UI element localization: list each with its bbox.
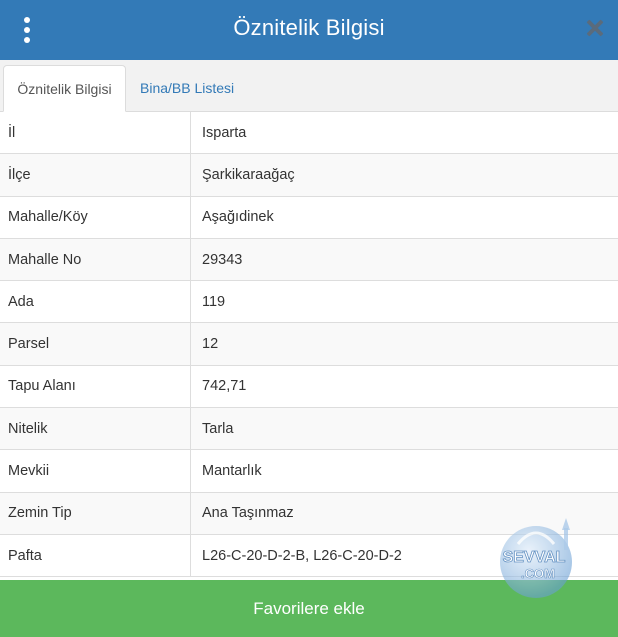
attribute-value: Aşağıdinek [202, 209, 274, 226]
attribute-key: Mahalle/Köy [0, 196, 191, 238]
attribute-key: İlçe [0, 154, 191, 196]
attribute-value: 12 [202, 336, 219, 353]
table-row: Mahalle/Köy Aşağıdinek [0, 196, 618, 239]
attribute-key: Ada [0, 281, 191, 323]
attribute-key: İl [0, 112, 191, 154]
table-row: İlçe Şarkikaraağaç [0, 154, 618, 197]
attribute-value: Tarla [202, 420, 234, 437]
attribute-value: Ana Taşınmaz [202, 505, 294, 522]
add-to-favorites-button[interactable]: Favorilere ekle [0, 580, 618, 637]
tab-bina-bb-listesi[interactable]: Bina/BB Listesi [130, 65, 244, 112]
attribute-value: 742,71 [202, 378, 247, 395]
attribute-key: Mahalle No [0, 238, 191, 281]
table-row: Ada 119 [0, 281, 618, 324]
attribute-value: 119 [202, 293, 226, 310]
table-row: Nitelik Tarla [0, 408, 618, 451]
attribute-key: Nitelik [0, 408, 191, 450]
dialog-header: Öznitelik Bilgisi [0, 0, 618, 60]
attribute-key: Pafta [0, 534, 191, 577]
attribute-value: Mantarlık [202, 463, 262, 480]
attribute-key: Zemin Tip [0, 492, 191, 534]
attribute-table: İl Isparta İlçe Şarkikaraağaç Mahalle/Kö… [0, 112, 618, 578]
tab-bar: Öznitelik Bilgisi Bina/BB Listesi [0, 60, 618, 112]
attribute-value: 29343 [202, 251, 243, 268]
tab-oznitelik-bilgisi[interactable]: Öznitelik Bilgisi [3, 65, 126, 112]
attribute-value: Isparta [202, 124, 247, 141]
attribute-key: Tapu Alanı [0, 365, 191, 408]
table-row: Mevkii Mantarlık [0, 450, 618, 493]
table-row: Tapu Alanı 742,71 [0, 365, 618, 409]
table-row: Parsel 12 [0, 323, 618, 366]
dialog-title: Öznitelik Bilgisi [233, 15, 385, 40]
table-row: Pafta L26-C-20-D-2-B, L26-C-20-D-2 [0, 534, 618, 578]
table-row: Mahalle No 29343 [0, 238, 618, 282]
attribute-key: Mevkii [0, 450, 191, 492]
attribute-value: L26-C-20-D-2-B, L26-C-20-D-2 [202, 547, 402, 564]
close-icon[interactable] [586, 19, 604, 37]
table-row: İl Isparta [0, 112, 618, 155]
attribute-value: Şarkikaraağaç [202, 166, 295, 183]
attribute-key: Parsel [0, 323, 191, 365]
table-row: Zemin Tip Ana Taşınmaz [0, 492, 618, 535]
